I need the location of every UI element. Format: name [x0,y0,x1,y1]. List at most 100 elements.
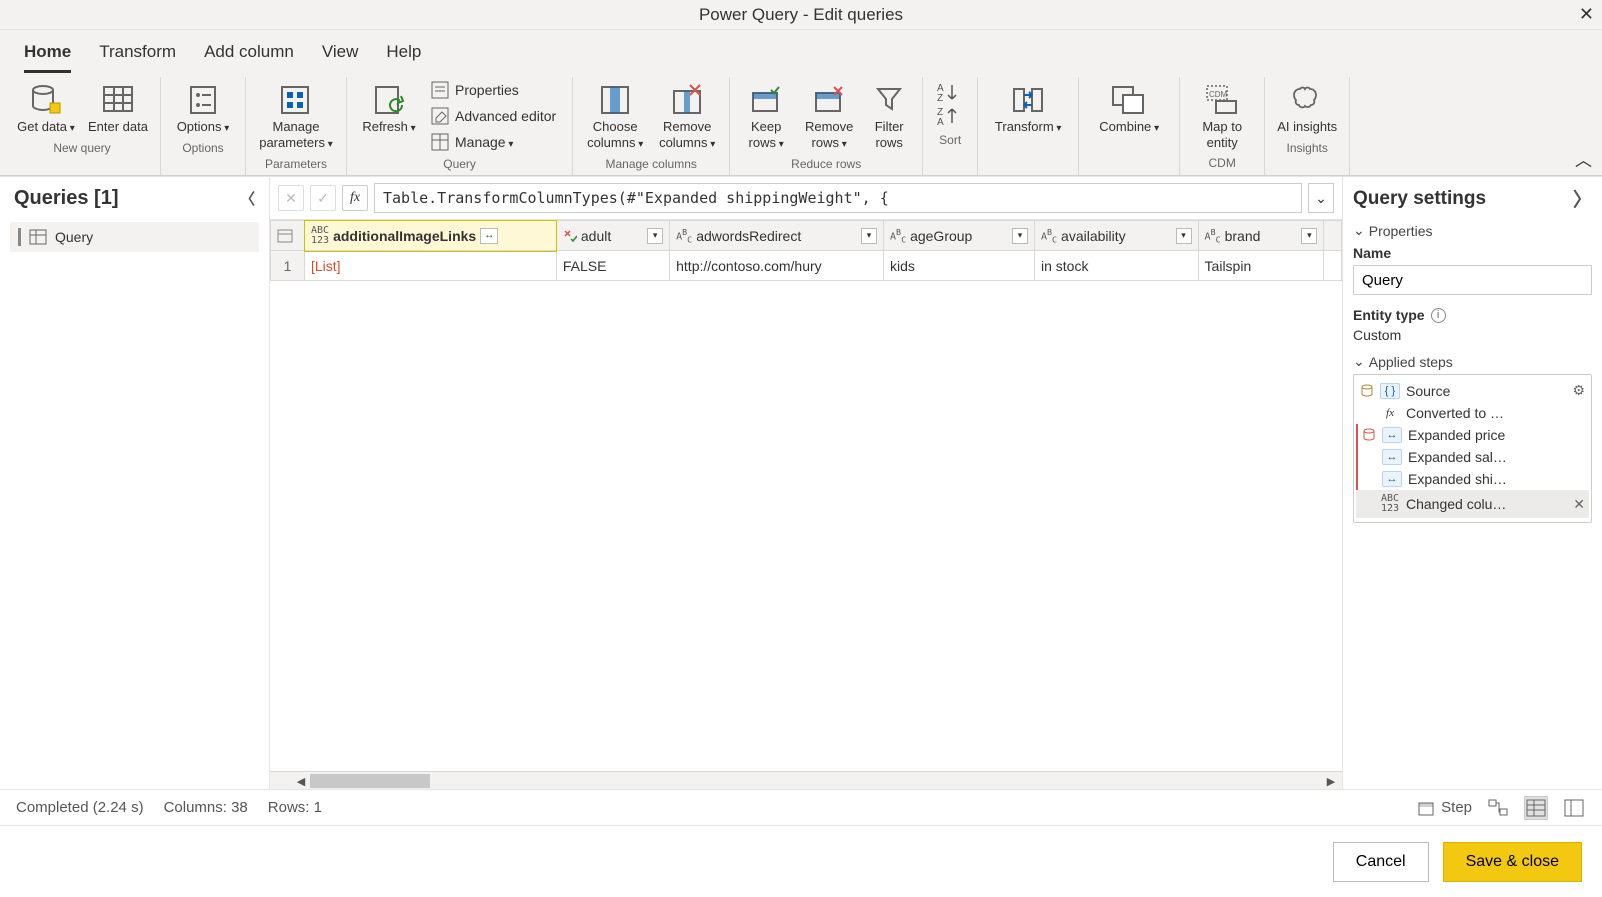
ai-insights-button[interactable]: AI insights [1273,77,1341,139]
options-button[interactable]: Options [169,77,237,139]
queries-collapse-button[interactable]: 〈 [240,188,255,209]
gear-icon[interactable]: ⚙ [1572,382,1585,399]
ribbon-group-sort: AZ ZA Sort [923,77,978,175]
advanced-editor-button[interactable]: Advanced editor [427,105,560,127]
applied-step[interactable]: ↔ Expanded price [1356,424,1589,446]
expand-column-button[interactable]: ↔ [480,228,498,244]
filter-rows-button[interactable]: Filter rows [864,77,914,154]
ribbon-group-cdm: CDM Map to entity CDM [1180,77,1265,175]
query-name-input[interactable] [1353,265,1592,295]
applied-step[interactable]: fx Converted to … [1356,402,1589,424]
formula-expand-button[interactable]: ⌄ [1308,183,1334,213]
formula-commit-button[interactable]: ✓ [310,185,336,211]
editor-icon [431,107,449,125]
row-number[interactable]: 1 [271,251,305,281]
applied-step[interactable]: { } Source ⚙ [1356,379,1589,402]
manage-query-button[interactable]: Manage [427,131,560,153]
refresh-button[interactable]: Refresh [355,77,423,139]
info-icon[interactable]: i [1431,308,1446,323]
remove-columns-button[interactable]: Remove columns [653,77,721,155]
applied-step[interactable]: ABC123 Changed colu… ✕ [1356,490,1589,518]
list-cell[interactable]: [List] [311,258,341,274]
type-bool-icon [563,229,577,243]
window-close-button[interactable]: ✕ [1579,4,1594,25]
column-header[interactable]: adult ▾ [556,221,669,251]
column-filter-button[interactable]: ▾ [1301,228,1317,244]
combine-icon [1111,81,1147,119]
properties-icon [431,81,449,99]
get-data-button[interactable]: Get data [12,77,80,139]
dialog-footer: Cancel Save & close [0,825,1602,897]
save-close-button[interactable]: Save & close [1443,842,1582,882]
settings-collapse-button[interactable]: 〉 [1573,185,1592,212]
data-view-button[interactable] [1524,796,1548,820]
transform-icon [1010,81,1046,119]
formula-input[interactable]: Table.TransformColumnTypes(#"Expanded sh… [374,183,1302,213]
column-header[interactable]: ABC availability ▾ [1034,221,1198,251]
applied-steps-toggle[interactable]: ⌄Applied steps [1353,353,1592,370]
ribbon-group-options: Options Options [161,77,246,175]
step-indicator[interactable]: Step [1417,799,1472,817]
ribbon-group-query: Refresh Properties Advanced editor Manag… [347,77,573,175]
applied-step[interactable]: ↔ Expanded shi… [1356,468,1589,490]
column-header[interactable]: ABC ageGroup ▾ [884,221,1035,251]
manage-parameters-button[interactable]: Manage parameters [254,77,338,155]
formula-cancel-button[interactable]: ✕ [278,185,304,211]
workspace: Queries [1] 〈 Query ✕ ✓ fx Table.Transfo… [0,176,1602,789]
ribbon-group-new-query: Get data Enter data New query [4,77,161,175]
properties-button[interactable]: Properties [427,79,560,101]
cancel-button[interactable]: Cancel [1333,842,1429,882]
horizontal-scrollbar[interactable]: ◀ ▶ [270,771,1342,789]
sort-desc-button[interactable]: ZA [937,105,963,127]
tab-add-column[interactable]: Add column [204,36,294,73]
remove-rows-button[interactable]: Remove rows [798,77,860,155]
cdm-icon: CDM [1204,81,1240,119]
applied-step[interactable]: ↔ Expanded sal… [1356,446,1589,468]
schema-view-button[interactable] [1562,796,1586,820]
tab-transform[interactable]: Transform [99,36,176,73]
editor-center: ✕ ✓ fx Table.TransformColumnTypes(#"Expa… [270,177,1342,789]
table-small-icon [431,133,449,151]
query-indicator-icon [18,228,21,246]
column-filter-button[interactable]: ▾ [1176,228,1192,244]
table-corner-button[interactable] [271,221,305,251]
map-to-entity-button[interactable]: CDM Map to entity [1188,77,1256,154]
applied-steps-list: { } Source ⚙ fx Converted to … ↔ Expande… [1353,374,1592,523]
combine-button[interactable]: Combine [1087,77,1171,139]
delete-step-button[interactable]: ✕ [1573,496,1585,513]
remove-rows-icon [814,81,844,119]
choose-columns-icon [598,81,632,119]
choose-columns-button[interactable]: Choose columns [581,77,649,155]
query-list-item[interactable]: Query [10,222,259,252]
column-header[interactable]: ABC adwordsRedirect ▾ [670,221,884,251]
tab-home[interactable]: Home [24,36,71,73]
sort-asc-button[interactable]: AZ [937,81,963,103]
column-filter-button[interactable]: ▾ [647,228,663,244]
column-filter-button[interactable]: ▾ [861,228,877,244]
tab-help[interactable]: Help [386,36,421,73]
table-row[interactable]: 1 [List] FALSE http://contoso.com/hury k… [271,251,1342,281]
transform-button[interactable]: Transform [986,77,1070,139]
fx-button[interactable]: fx [342,185,368,211]
scroll-right-button[interactable]: ▶ [1322,772,1340,789]
type-any-icon: ABC123 [1380,493,1400,515]
database-icon [30,81,62,119]
scroll-left-button[interactable]: ◀ [292,772,310,789]
status-rows: Rows: 1 [268,799,322,816]
enter-data-button[interactable]: Enter data [84,77,152,139]
tab-view[interactable]: View [322,36,359,73]
keep-rows-icon [751,81,781,119]
settings-title: Query settings [1353,188,1486,210]
table-icon [102,81,134,119]
column-filter-button[interactable]: ▾ [1012,228,1028,244]
scroll-thumb[interactable] [310,774,430,788]
svg-text:Z: Z [937,93,943,103]
properties-section-toggle[interactable]: ⌄Properties [1353,222,1592,239]
diagram-view-button[interactable] [1486,796,1510,820]
expand-icon: ↔ [1382,471,1402,487]
keep-rows-button[interactable]: Keep rows [738,77,794,155]
column-header[interactable]: ABC brand ▾ [1198,221,1324,251]
parameters-icon [279,81,313,119]
ribbon-collapse-button[interactable]: ︿ [1575,146,1592,171]
column-header[interactable]: ABC123 additionalImageLinks ↔ [305,221,557,251]
